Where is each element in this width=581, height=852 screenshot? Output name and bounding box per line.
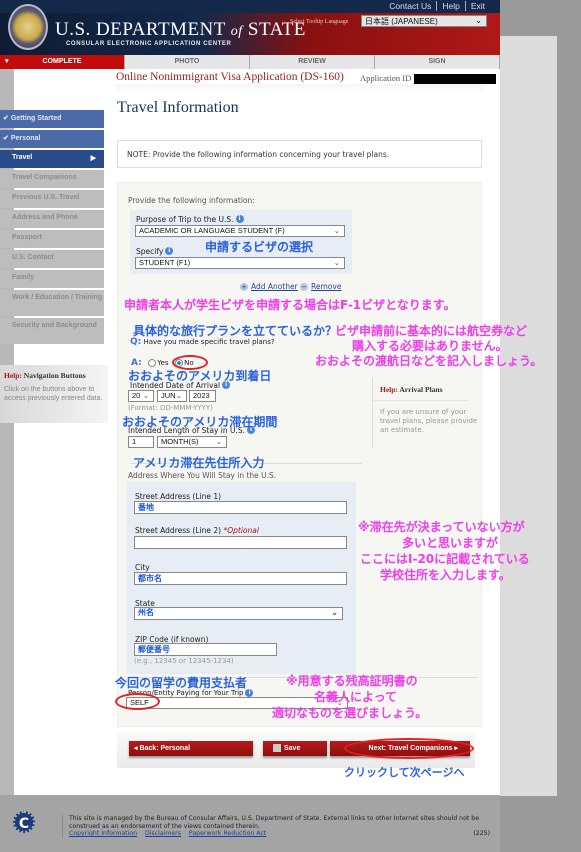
disclaimers-link[interactable]: Disclaimers	[145, 830, 181, 837]
chevron-down-icon: ⌄	[475, 16, 482, 25]
application-id: Application ID	[360, 73, 497, 85]
contact-us-link[interactable]: Contact Us	[384, 1, 436, 11]
exit-link[interactable]: Exit	[464, 1, 490, 11]
site-header: Contact Us Help Exit U.S. DEPARTMENT of ST…	[0, 0, 500, 55]
navigation-help: Help: Navigation Buttons Click on the bu…	[0, 365, 108, 423]
redacted-id	[414, 74, 497, 85]
highlight-circle-next	[344, 738, 474, 759]
tab-photo[interactable]: PHOTO	[125, 55, 250, 69]
annotation-address: アメリカ滞在先住所入力	[133, 456, 265, 470]
info-icon[interactable]: i	[165, 247, 174, 255]
arrival-format-hint: (Format: DD-MMM-YYYY)	[128, 404, 213, 412]
city-input[interactable]: 都市名	[134, 572, 347, 585]
annotation-plan-question: 具体的な旅行プランを立てているか？	[133, 324, 338, 338]
consular-logo-icon: C	[13, 811, 35, 833]
annotation-payer-note-2: 名義人によって	[314, 690, 398, 704]
annotation-address-note-1: ※滞在先が決まっていない方が	[358, 520, 525, 534]
plus-icon: +	[240, 283, 248, 291]
tab-complete[interactable]: ▾ COMPLETE	[0, 55, 125, 69]
sidebar-item-getting-started[interactable]: ✔ Getting Started	[0, 110, 104, 128]
provide-text: Provide the following information:	[128, 196, 255, 205]
sidebar-item-personal[interactable]: ✔ Personal	[0, 130, 104, 148]
paperwork-link[interactable]: Paperwork Reduction Act	[189, 830, 266, 837]
annotation-payer-note-3: 適切なものを選びましょう。	[272, 706, 428, 720]
sidebar-item-security: Security and Background	[0, 318, 104, 344]
radio-yes[interactable]	[148, 358, 157, 367]
arrival-year-input[interactable]: 2023	[189, 390, 216, 402]
copyright-link[interactable]: Copyright Information	[69, 830, 137, 837]
purpose-select[interactable]: ACADEMIC OR LANGUAGE STUDENT (F) ⌄	[135, 225, 345, 237]
state-seal-icon	[8, 4, 48, 50]
annotation-address-note-4: 学校住所を入力します。	[380, 568, 511, 582]
sidebar-item-passport: Passport	[0, 230, 104, 248]
sidebar-item-address-phone: Address and Phone	[0, 210, 104, 228]
footer-text: This site is managed by the Bureau of Co…	[69, 815, 480, 830]
save-button[interactable]: Save	[263, 741, 327, 756]
arrival-help: Help: Arrival Plans If you are unsure of…	[372, 378, 478, 448]
stay-length-input[interactable]: 1	[128, 436, 154, 448]
info-icon[interactable]: i	[235, 215, 244, 223]
annotation-visa-select: 申請するビザの選択	[205, 240, 314, 254]
chevron-down-icon: ⌄	[333, 258, 340, 267]
stay-unit-select[interactable]: MONTH(S) ⌄	[157, 436, 227, 448]
city-label: City	[135, 563, 150, 572]
street1-input[interactable]: 番地	[134, 501, 347, 514]
tab-sign[interactable]: SIGN	[375, 55, 500, 69]
brand-subtitle: CONSULAR ELECTRONIC APPLICATION CENTER	[66, 41, 232, 47]
state-select[interactable]: 州名 ⌄	[134, 607, 343, 620]
tooltip-language-label: Select Tooltip Language	[290, 19, 349, 25]
chevron-down-icon: ⌄	[333, 226, 340, 235]
page-counter: (225)	[473, 830, 490, 837]
tab-review[interactable]: REVIEW	[250, 55, 375, 69]
brand-title: U.S. DEPARTMENT of STATE	[55, 19, 306, 40]
annotation-payer: 今回の留学の費用支払者	[115, 676, 248, 690]
specify-label: Specify i	[136, 247, 174, 256]
annotation-next-note: クリックして次ページへ	[344, 766, 465, 779]
address-heading: Address Where You Will Stay in the U.S.	[128, 471, 277, 480]
progress-tabs: ▾ COMPLETE PHOTO REVIEW SIGN	[0, 55, 500, 69]
annotation-stay: おおよそのアメリカ滞在期間	[122, 415, 278, 429]
street2-label: Street Address (Line 2) *Optional	[135, 526, 259, 535]
title-underbar	[116, 84, 484, 94]
top-bar: Contact Us Help Exit	[0, 0, 500, 13]
remove-link[interactable]: − Remove	[300, 282, 341, 291]
sidebar-item-family: Family	[0, 270, 104, 288]
sidebar-item-previous-travel: Previous U.S. Travel	[0, 190, 104, 208]
back-button[interactable]: ◂ Back: Personal	[129, 741, 253, 756]
add-another-link[interactable]: + Add Another	[240, 282, 298, 291]
arrival-day-select[interactable]: 20 ⌄	[128, 390, 154, 402]
annotation-f1-note: 申請者本人が学生ビザを申請する場合はF-1ビザとなります。	[124, 298, 456, 312]
annotation-payer-note-1: ※用意する残高証明書の	[286, 674, 418, 688]
annotation-arrival: おおよそのアメリカ到着日	[128, 369, 272, 383]
annotation-plan-note-3: おおよその渡航日などを記入しましょう。	[315, 354, 543, 368]
footer-links: Copyright Information Disclaimers Paperw…	[69, 830, 492, 838]
zip-input[interactable]: 郵便番号	[134, 643, 277, 656]
street2-input[interactable]	[134, 536, 347, 549]
caret-down-icon: ▾	[5, 58, 9, 65]
application-title: Online Nonimmigrant Visa Application (DS…	[116, 71, 344, 83]
street1-label: Street Address (Line 1)	[135, 492, 222, 501]
sidebar-item-travel[interactable]: Travel ▶	[0, 150, 104, 168]
sidebar-item-work-education: Work / Education / Training	[0, 290, 104, 316]
page-title: Travel Information	[117, 99, 239, 116]
annotation-address-note-3: ここにはI-20に記載されている	[360, 552, 530, 566]
sidebar: ✔ Getting Started ✔ Personal Travel ▶ Tra…	[0, 110, 104, 346]
right-panel-shade	[500, 36, 557, 796]
help-link[interactable]: Help	[436, 1, 465, 11]
arrow-right-icon: ▶	[90, 155, 96, 162]
highlight-circle-payer	[115, 693, 160, 710]
purpose-label: Purpose of Trip to the U.S. i	[136, 215, 244, 224]
arrival-month-select[interactable]: JUN ⌄	[157, 390, 187, 402]
zip-hint: (e.g., 12345 or 12345-1234)	[134, 657, 234, 665]
site-footer: C This site is managed by the Bureau of …	[0, 795, 500, 852]
floppy-disk-icon	[273, 744, 281, 753]
minus-icon: −	[300, 283, 308, 291]
note-box: NOTE: Provide the following information …	[117, 140, 482, 168]
tooltip-language-select[interactable]: 日本語 (JAPANESE) ⌄	[361, 15, 487, 27]
annotation-address-note-2: 多いと思いますが	[402, 536, 499, 550]
sidebar-item-us-contact: U.S. Contact	[0, 250, 104, 268]
top-links: Contact Us Help Exit	[384, 1, 490, 11]
sidebar-item-travel-companions: Travel Companions	[0, 170, 104, 188]
specify-select[interactable]: STUDENT (F1) ⌄	[135, 257, 345, 269]
